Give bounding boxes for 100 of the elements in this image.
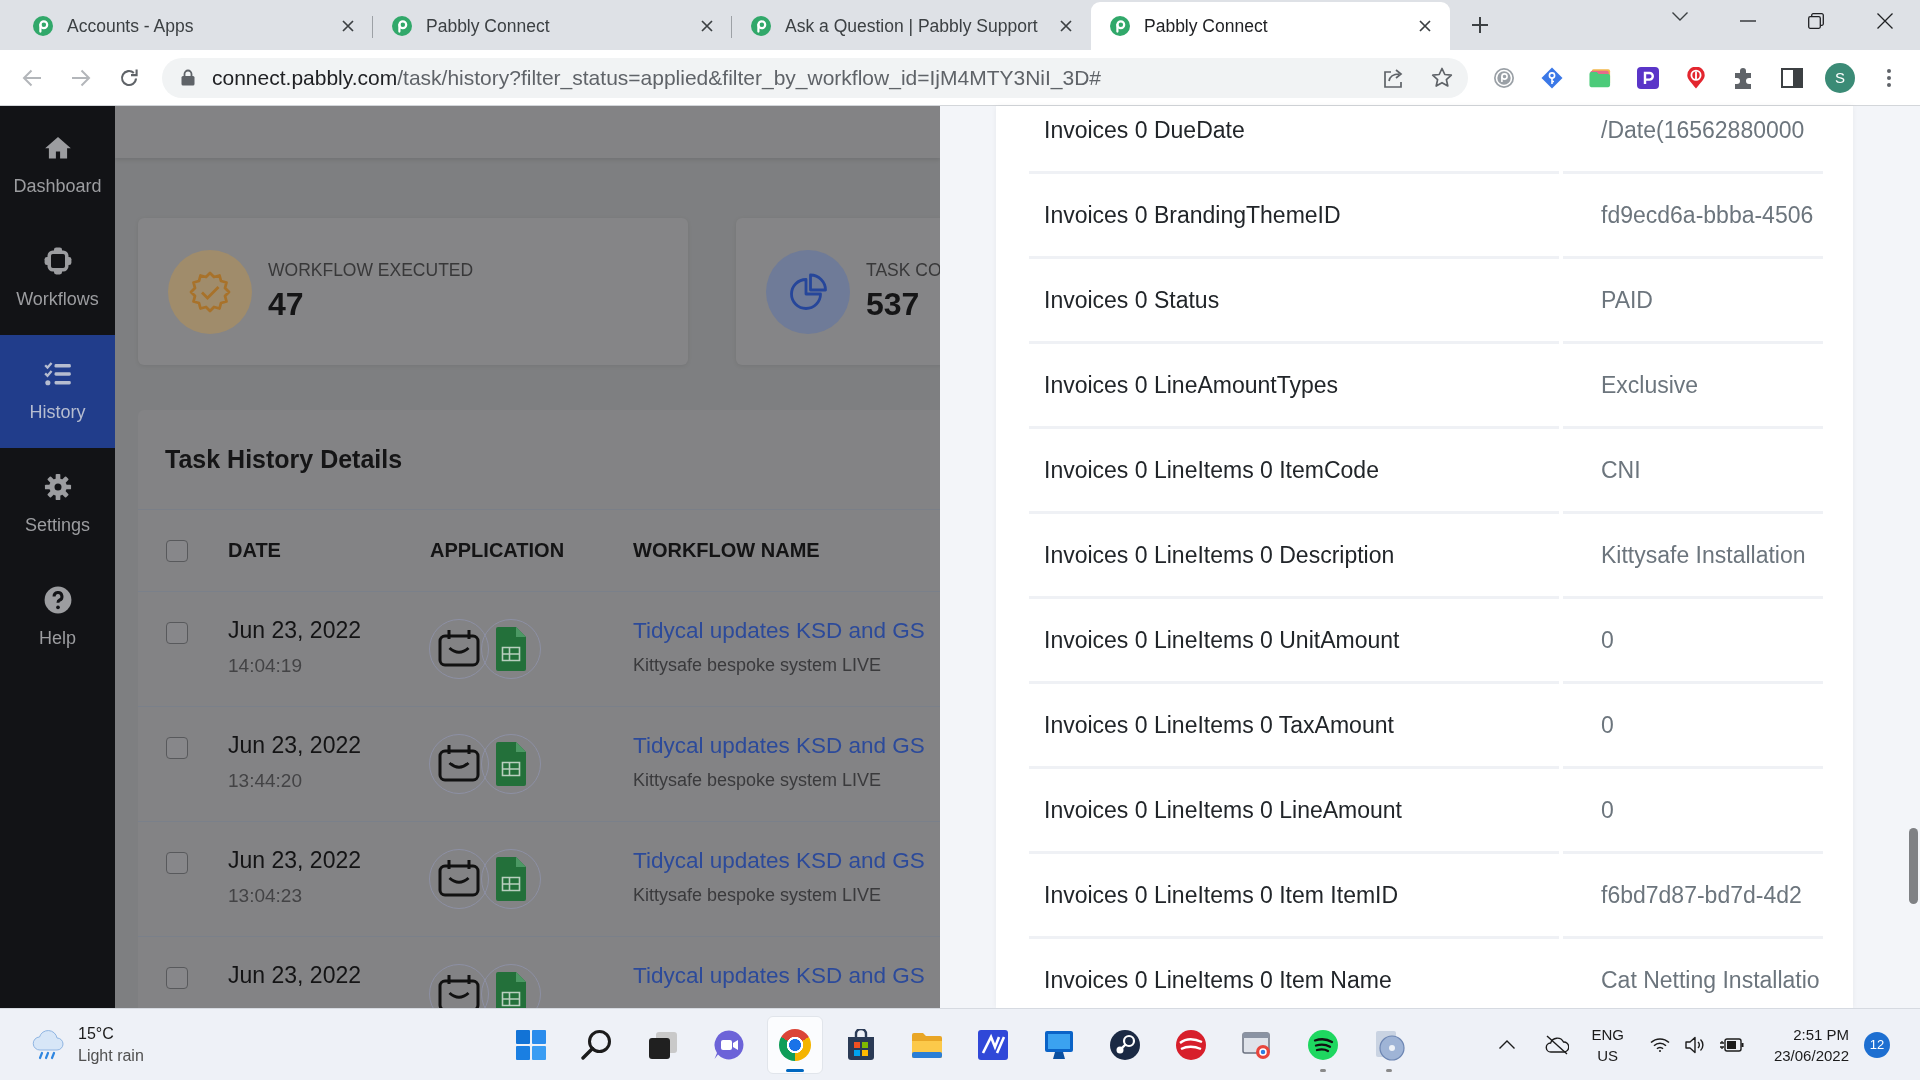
- running-indicator: [1386, 1068, 1392, 1072]
- close-icon[interactable]: [1060, 20, 1072, 32]
- browser-tab[interactable]: Pabbly Connect: [1091, 2, 1450, 50]
- coin-icon[interactable]: [1493, 66, 1515, 89]
- cloud-rain-icon[interactable]: [31, 1027, 65, 1062]
- workflow-subtitle: Kittysafe bespoke system LIVE: [633, 885, 883, 906]
- settings-icon: [43, 473, 72, 501]
- browser-tab[interactable]: Accounts - Apps: [14, 2, 373, 50]
- restore-icon[interactable]: [1808, 13, 1824, 29]
- home-icon: [43, 134, 72, 162]
- pin-icon[interactable]: [1685, 66, 1707, 89]
- active-indicator: [786, 1068, 804, 1072]
- lock-icon: [181, 69, 195, 86]
- clock-date[interactable]: 23/06/2022: [1773, 1044, 1849, 1066]
- profile-avatar[interactable]: S: [1825, 62, 1855, 93]
- field-value: CNI: [1600, 456, 1641, 484]
- search-icon: [581, 1028, 613, 1061]
- sidebar-item[interactable]: Settings: [0, 448, 115, 561]
- menu-icon[interactable]: [1887, 68, 1891, 87]
- calendar-smile-icon: [429, 849, 489, 909]
- row-checkbox[interactable]: [166, 852, 188, 874]
- workflow-subtitle: Kittysafe bespoke system LIVE: [633, 655, 883, 676]
- date-text: Jun 23, 2022: [228, 732, 362, 759]
- notification-badge[interactable]: 12: [1864, 1031, 1890, 1058]
- field-label: Invoices 0 LineItems 0 ItemCode: [1043, 456, 1379, 484]
- app-tile-icon: [977, 1028, 1009, 1061]
- sidebar-item[interactable]: Dashboard: [0, 109, 115, 222]
- disc-icon: [1373, 1028, 1405, 1061]
- battery-icon[interactable]: [1719, 1037, 1744, 1052]
- field-label: Invoices 0 Status: [1043, 286, 1220, 314]
- wifi-icon[interactable]: [1649, 1037, 1670, 1052]
- sidebar-item[interactable]: History: [0, 335, 115, 448]
- field-value: Exclusive: [1600, 371, 1699, 399]
- clock-time[interactable]: 2:51 PM: [1793, 1023, 1849, 1045]
- field-value: f6bd7d87-bd7d-4d2: [1600, 881, 1802, 909]
- time-text: 14:04:19: [228, 655, 303, 676]
- field-value: Cat Netting Installatio: [1600, 966, 1820, 994]
- field-label: Invoices 0 LineItems 0 Item Name: [1043, 966, 1392, 994]
- calendar-smile-icon: [429, 619, 489, 679]
- chevron-up-icon[interactable]: [1499, 1040, 1516, 1049]
- date-text: Jun 23, 2022: [228, 962, 362, 989]
- field-value: fd9ecd6a-bbba-4506: [1600, 201, 1814, 229]
- chevron-down-icon[interactable]: [1672, 12, 1688, 21]
- field-value: Kittysafe Installation: [1600, 541, 1806, 569]
- field-label: Invoices 0 LineItems 0 Item ItemID: [1043, 881, 1399, 909]
- stat-value: 47: [268, 286, 305, 323]
- column-header: APPLICATION: [430, 539, 566, 562]
- time-text: 13:44:20: [228, 770, 303, 791]
- logo-icon: [392, 16, 412, 36]
- badge-check-icon: [168, 249, 252, 334]
- stat-value: 537: [866, 286, 921, 323]
- row-checkbox[interactable]: [166, 967, 188, 989]
- region-code[interactable]: US: [1597, 1044, 1619, 1066]
- field-label: Invoices 0 LineItems 0 TaxAmount: [1043, 711, 1394, 739]
- share-icon[interactable]: [1383, 67, 1405, 88]
- browser-tab[interactable]: Ask a Question | Pabbly Support: [732, 2, 1091, 50]
- sidebar-item[interactable]: Workflows: [0, 222, 115, 335]
- field-label: Invoices 0 DueDate: [1043, 116, 1245, 144]
- cloud-off-icon[interactable]: [1545, 1034, 1570, 1055]
- language-code[interactable]: ENG: [1591, 1023, 1624, 1045]
- browser-icon: [779, 1028, 811, 1061]
- close-icon[interactable]: [1419, 20, 1431, 32]
- pie-chart-icon: [766, 249, 850, 334]
- field-value: PAID: [1600, 286, 1653, 314]
- logo-icon: [1110, 16, 1130, 36]
- calendar-smile-icon: [429, 734, 489, 794]
- reload-icon[interactable]: [119, 67, 139, 88]
- speaker-icon[interactable]: [1684, 1035, 1705, 1054]
- temperature-text: 15°C: [78, 1023, 115, 1044]
- calendar-smile-icon: [429, 964, 489, 1008]
- scrollbar-thumb[interactable]: [1909, 828, 1918, 904]
- logo-icon: [751, 16, 771, 36]
- row-checkbox[interactable]: [166, 622, 188, 644]
- key-diamond-icon[interactable]: [1541, 66, 1563, 89]
- start-menu-icon: [515, 1028, 547, 1061]
- video-chat-icon: [713, 1028, 745, 1061]
- close-icon[interactable]: [1877, 13, 1893, 29]
- close-icon[interactable]: [342, 20, 354, 32]
- date-text: Jun 23, 2022: [228, 847, 362, 874]
- monitor-icon: [1043, 1028, 1075, 1061]
- logo-icon: [33, 16, 53, 36]
- ring-dot-icon: [1109, 1028, 1141, 1061]
- spreadsheet-icon: [481, 734, 541, 794]
- field-label: Invoices 0 LineAmountTypes: [1043, 371, 1339, 399]
- field-label: Invoices 0 LineItems 0 LineAmount: [1043, 796, 1402, 824]
- close-icon[interactable]: [701, 20, 713, 32]
- square-logo-icon[interactable]: [1637, 66, 1659, 89]
- folder-icon[interactable]: [1589, 66, 1611, 89]
- help-icon: [43, 586, 72, 614]
- time-text: 13:04:23: [228, 885, 303, 906]
- field-value: 0: [1600, 711, 1614, 739]
- side-panel-icon[interactable]: [1781, 66, 1803, 89]
- stat-label: TASK CO: [866, 260, 940, 280]
- plus-icon[interactable]: [1472, 17, 1488, 33]
- bookmark-star-icon[interactable]: [1431, 67, 1453, 88]
- address-bar[interactable]: connect.pabbly.com/task/history?filter_status=applied&filter_by_workflow_id=IjM4MTY3NiI_3D#: [162, 57, 1468, 98]
- row-checkbox[interactable]: [166, 737, 188, 759]
- sidebar-item[interactable]: Help: [0, 561, 115, 674]
- browser-tab[interactable]: Pabbly Connect: [373, 2, 732, 50]
- select-all-checkbox[interactable]: [166, 539, 188, 562]
